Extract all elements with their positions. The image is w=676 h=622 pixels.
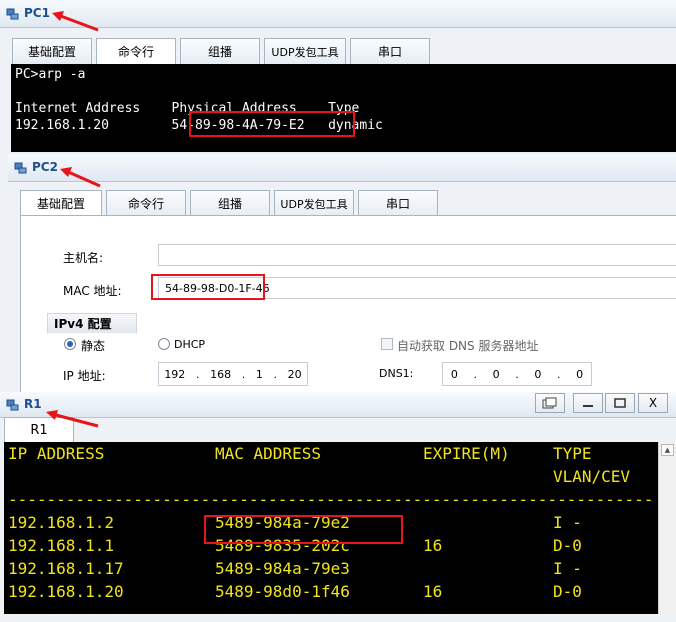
dns1-input[interactable]: 0. 0. 0. 0	[442, 362, 592, 386]
row-ip: 192.168.1.2	[8, 513, 114, 532]
separator-text: ----------------------------------------…	[8, 490, 654, 509]
row-ip: 192.168.1.17	[8, 559, 124, 578]
table-row: 192.168.1.2 5489-984a-79e2 I -	[8, 511, 654, 534]
pc-device-icon	[6, 8, 19, 20]
header-mac: MAC ADDRESS	[215, 444, 321, 463]
row-ip: 192.168.1.1	[8, 536, 114, 555]
close-icon: X	[648, 396, 658, 410]
table-row: 192.168.1.20 5489-98d0-1f46 16 D-0	[8, 580, 654, 603]
dns1-label: DNS1:	[379, 367, 414, 380]
row-type: D-0	[553, 536, 582, 555]
row-ip: 192.168.1.20	[8, 582, 124, 601]
maximize-button[interactable]	[605, 393, 635, 413]
r1-window: R1 X R1 IP ADDRESS MAC ADDRESS EXPIRE(M)…	[0, 392, 676, 622]
ip-address-label: IP 地址:	[63, 369, 106, 383]
ip-dot: .	[195, 367, 200, 381]
tab-r1[interactable]: R1	[4, 417, 74, 442]
ip-dot: .	[515, 367, 519, 381]
ip-dot: .	[273, 367, 278, 381]
dhcp-label: DHCP	[174, 338, 206, 351]
minimize-icon	[583, 405, 593, 407]
tab-multicast[interactable]: 组播	[190, 190, 270, 216]
pc2-tabbar: 基础配置 命令行 组播 UDP发包工具 串口	[20, 190, 438, 216]
pc-device-icon	[14, 162, 27, 174]
terminal-line: PC>arp -a	[15, 67, 86, 82]
table-header-row: IP ADDRESS MAC ADDRESS EXPIRE(M) TYPE	[8, 442, 654, 465]
terminal-line: Internet Address Physical Address Type	[15, 101, 360, 116]
table-row: 192.168.1.17 5489-984a-79e3 I -	[8, 557, 654, 580]
hostname-label: 主机名:	[63, 251, 104, 265]
dns-octet: 0	[534, 367, 542, 381]
r1-terminal[interactable]: IP ADDRESS MAC ADDRESS EXPIRE(M) TYPE VL…	[4, 442, 658, 614]
table-header-row-2: VLAN/CEV	[8, 465, 654, 488]
pc1-title: PC1	[24, 6, 50, 20]
auto-dns-label: 自动获取 DNS 服务器地址	[397, 339, 539, 353]
row-type: I -	[553, 559, 582, 578]
close-button[interactable]: X	[638, 393, 668, 413]
tab-serial[interactable]: 串口	[358, 190, 438, 216]
minimize-button[interactable]	[573, 393, 603, 413]
mac-label: MAC 地址:	[63, 284, 122, 298]
dhcp-radio[interactable]	[158, 338, 170, 350]
pc1-window: PC1 基础配置 命令行 组播 UDP发包工具 串口 PC>arp -a Int…	[0, 0, 676, 152]
pc1-titlebar: PC1	[0, 0, 676, 28]
header-ip: IP ADDRESS	[8, 444, 105, 463]
separator-line: ----------------------------------------…	[8, 488, 654, 511]
r1-titlebar: R1 X	[0, 392, 676, 418]
tab-command-line[interactable]: 命令行	[106, 190, 186, 216]
auto-dns-checkbox[interactable]	[381, 338, 393, 350]
dns-octet: 0	[492, 367, 500, 381]
table-row: 192.168.1.1 5489-9835-202c 16 D-0	[8, 534, 654, 557]
ip-octet: 20	[287, 367, 302, 381]
r1-title: R1	[24, 397, 42, 411]
tab-command-line[interactable]: 命令行	[96, 38, 176, 64]
dns-octet: 0	[576, 367, 584, 381]
pc1-tabbar: 基础配置 命令行 组播 UDP发包工具 串口	[12, 38, 430, 64]
mac-address-field[interactable]: 54-89-98-D0-1F-46	[158, 277, 676, 299]
restore-button[interactable]	[535, 393, 565, 413]
header-expire: EXPIRE(M)	[423, 444, 510, 463]
ip-octet: 168	[210, 367, 232, 381]
tab-multicast[interactable]: 组播	[180, 38, 260, 64]
pc1-terminal[interactable]: PC>arp -a Internet Address Physical Addr…	[11, 64, 676, 152]
ip-dot: .	[473, 367, 477, 381]
row-mac: 5489-984a-79e2	[215, 513, 350, 532]
ip-dot: .	[241, 367, 246, 381]
pc2-title: PC2	[32, 160, 58, 174]
restore-icon	[542, 397, 557, 409]
tab-basic-config[interactable]: 基础配置	[12, 38, 92, 64]
ip-address-input[interactable]: 192. 168. 1. 20	[158, 362, 308, 386]
row-mac: 5489-9835-202c	[215, 536, 350, 555]
header-type: TYPE	[553, 444, 592, 463]
hostname-input[interactable]	[158, 244, 676, 266]
row-type: I -	[553, 513, 582, 532]
header-vlan: VLAN/CEV	[553, 467, 631, 486]
row-mac: 5489-984a-79e3	[215, 559, 350, 578]
tab-basic-config[interactable]: 基础配置	[20, 190, 102, 216]
pc2-titlebar: PC2	[8, 154, 676, 182]
ipv4-section-tab: IPv4 配置	[47, 313, 137, 333]
row-type: D-0	[553, 582, 582, 601]
row-mac: 5489-98d0-1f46	[215, 582, 350, 601]
tab-udp-tool[interactable]: UDP发包工具	[274, 190, 354, 216]
scroll-up-icon[interactable]: ▲	[661, 444, 674, 456]
tab-serial[interactable]: 串口	[350, 38, 430, 64]
static-label: 静态	[81, 339, 106, 353]
terminal-line: 192.168.1.20 54-89-98-4A-79-E2 dynamic	[15, 118, 383, 133]
maximize-icon	[614, 398, 626, 408]
router-device-icon	[6, 399, 19, 411]
static-radio[interactable]	[64, 338, 76, 350]
row-expire: 16	[423, 582, 443, 601]
r1-scrollbar[interactable]: ▲	[658, 442, 676, 614]
row-expire: 16	[423, 536, 443, 555]
pc2-basic-config-panel: 主机名: MAC 地址: 54-89-98-D0-1F-46 IPv4 配置 静…	[20, 215, 676, 392]
tab-udp-tool[interactable]: UDP发包工具	[264, 38, 346, 64]
ip-octet: 1	[255, 367, 263, 381]
dns-octet: 0	[450, 367, 458, 381]
ip-octet: 192	[164, 367, 186, 381]
ip-dot: .	[557, 367, 561, 381]
pc2-window: PC2 基础配置 命令行 组播 UDP发包工具 串口 主机名: MAC 地址: …	[0, 152, 676, 392]
